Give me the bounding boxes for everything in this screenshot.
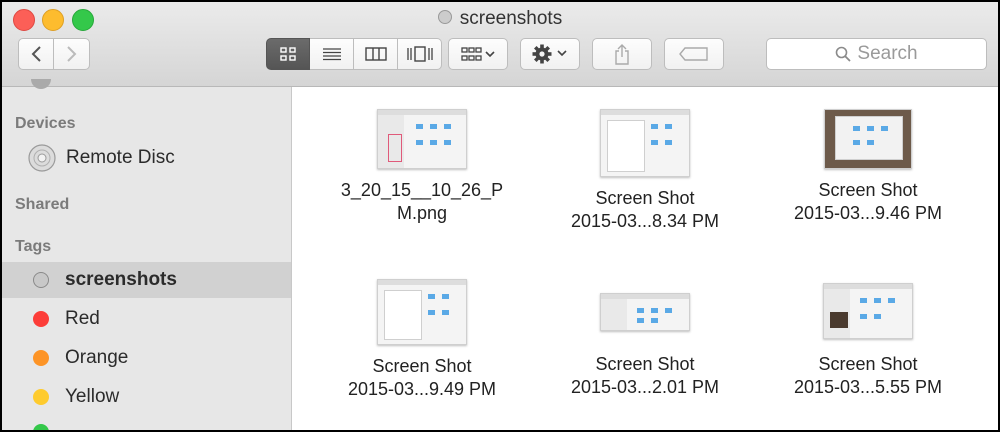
tag-circle-icon [437, 9, 452, 24]
columns-icon [364, 47, 387, 61]
file-item[interactable]: Screen Shot 2015-03...9.49 PM [322, 279, 522, 401]
file-item[interactable]: 3_20_15__10_26_P M.png [322, 109, 522, 225]
finder-window: screenshots Search Devices Remote Disc S… [2, 2, 998, 430]
devices-section-header: Devices [15, 115, 76, 132]
tag-icon [679, 47, 708, 61]
sidebar-item-label: Yellow [65, 386, 120, 407]
file-name: Screen Shot 2015-03...2.01 PM [570, 354, 720, 397]
file-name: Screen Shot 2015-03...9.49 PM [347, 356, 497, 399]
search-field[interactable]: Search [766, 38, 987, 70]
tag-yellow-dot-icon [33, 389, 49, 405]
tag-gray-dot-icon [33, 272, 49, 288]
window-title-text: screenshots [459, 8, 563, 29]
tag-button[interactable] [664, 38, 724, 70]
cover-flow-button[interactable] [398, 38, 442, 70]
file-name: Screen Shot 2015-03...5.55 PM [793, 354, 943, 397]
partial-device-icon [31, 79, 51, 89]
chevron-right-icon [66, 46, 76, 62]
file-item[interactable]: Screen Shot 2015-03...9.46 PM [768, 109, 968, 225]
sidebar-item-label: Orange [65, 347, 129, 368]
share-button[interactable] [592, 38, 652, 70]
file-item[interactable]: Screen Shot 2015-03...8.34 PM [545, 109, 745, 233]
shared-section-header: Shared [15, 196, 70, 213]
sidebar-item-remote-disc[interactable]: Remote Disc [2, 140, 291, 176]
view-mode-group [266, 38, 442, 70]
sidebar-item-label: Red [65, 308, 100, 329]
column-view-button[interactable] [354, 38, 398, 70]
tag-orange-dot-icon [33, 350, 49, 366]
file-thumbnail [377, 109, 467, 169]
file-name: Screen Shot 2015-03...8.34 PM [570, 188, 720, 231]
sidebar-tag-yellow[interactable]: Yellow [2, 379, 291, 415]
arrange-grid-icon [461, 47, 495, 61]
file-grid: 3_20_15__10_26_P M.png Screen Shot 2015-… [292, 87, 998, 430]
forward-button[interactable] [54, 38, 90, 70]
file-thumbnail [600, 293, 690, 331]
sidebar-tag-orange[interactable]: Orange [2, 340, 291, 376]
sidebar-tag-screenshots[interactable]: screenshots [2, 262, 291, 298]
cover-flow-icon [406, 46, 433, 62]
tag-green-dot-icon [33, 424, 49, 430]
file-thumbnail [600, 109, 690, 177]
disc-icon [28, 144, 56, 172]
file-name: 3_20_15__10_26_P M.png [340, 180, 504, 223]
arrange-button[interactable] [448, 38, 508, 70]
action-button[interactable] [520, 38, 580, 70]
sidebar-item-label: Remote Disc [66, 147, 175, 168]
search-placeholder: Search [857, 43, 918, 64]
list-view-button[interactable] [310, 38, 354, 70]
file-thumbnail [824, 109, 912, 169]
back-button[interactable] [18, 38, 54, 70]
share-icon [615, 44, 629, 65]
tags-section-header: Tags [15, 238, 52, 255]
file-thumbnail [823, 283, 913, 339]
file-item[interactable]: Screen Shot 2015-03...2.01 PM [545, 293, 745, 399]
chevron-left-icon [31, 46, 41, 62]
sidebar-item-label: screenshots [65, 269, 177, 290]
sidebar-tag-red[interactable]: Red [2, 301, 291, 337]
file-item[interactable]: Screen Shot 2015-03...5.55 PM [768, 283, 968, 399]
tag-red-dot-icon [33, 311, 49, 327]
list-icon [322, 48, 341, 61]
gear-icon [532, 44, 567, 64]
search-icon [836, 46, 852, 62]
icon-view-button[interactable] [266, 38, 310, 70]
grid-icon [280, 47, 296, 61]
window-title: screenshots [2, 8, 998, 30]
sidebar: Devices Remote Disc Shared Tags screensh… [2, 79, 292, 430]
file-thumbnail [377, 279, 467, 345]
file-name: Screen Shot 2015-03...9.46 PM [793, 180, 943, 223]
toolbar: screenshots Search [2, 2, 998, 87]
